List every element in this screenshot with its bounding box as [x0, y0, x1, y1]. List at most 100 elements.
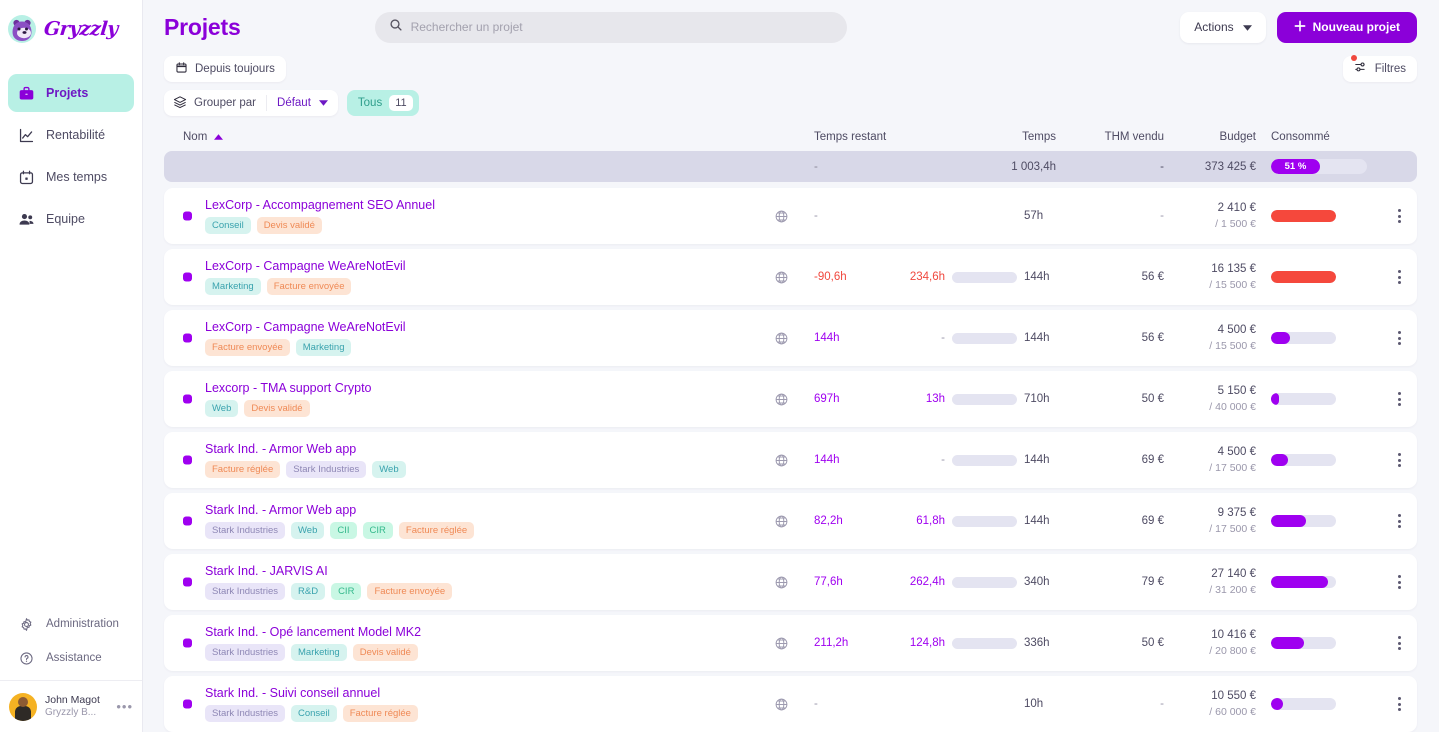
- page-title: Projets: [164, 13, 241, 40]
- project-name[interactable]: Stark Ind. - Opé lancement Model MK2: [205, 625, 774, 639]
- search-bar[interactable]: [374, 11, 847, 43]
- project-tag[interactable]: Facture envoyée: [205, 339, 290, 356]
- project-tag[interactable]: Conseil: [291, 705, 337, 722]
- project-tag[interactable]: Conseil: [205, 217, 251, 234]
- project-name[interactable]: LexCorp - Campagne WeAreNotEvil: [205, 259, 774, 273]
- project-tag[interactable]: Stark Industries: [205, 583, 285, 600]
- user-profile-card[interactable]: John Magot Gryzzly B... •••: [0, 680, 142, 732]
- project-tag[interactable]: Web: [291, 522, 325, 539]
- project-tag[interactable]: Facture réglée: [342, 705, 418, 722]
- project-name[interactable]: Lexcorp - TMA support Crypto: [205, 381, 774, 395]
- row-time-remaining: 697h: [814, 393, 840, 405]
- new-project-button[interactable]: Nouveau projet: [1276, 11, 1417, 43]
- brand-logo[interactable]: Gryzzly: [0, 0, 142, 58]
- project-tag[interactable]: CII: [330, 522, 357, 539]
- chevron-down-icon: [1242, 20, 1252, 34]
- row-menu-button[interactable]: [1381, 270, 1417, 284]
- project-tag[interactable]: Devis validé: [352, 644, 418, 661]
- row-menu-button[interactable]: [1381, 331, 1417, 345]
- project-tags: Stark Industries Conseil Facture réglée: [205, 705, 774, 722]
- filters-button[interactable]: Filtres: [1342, 54, 1417, 82]
- sidebar-item-label: Equipe: [46, 212, 85, 226]
- project-name[interactable]: LexCorp - Accompagnement SEO Annuel: [205, 198, 774, 212]
- sidebar-item-rentabilite[interactable]: Rentabilité: [8, 116, 134, 154]
- sidebar-item-administration[interactable]: Administration: [8, 608, 134, 640]
- row-time-bar: [952, 637, 1017, 649]
- project-tag[interactable]: CIR: [331, 583, 362, 600]
- row-menu-button[interactable]: [1381, 392, 1417, 406]
- sidebar-item-equipe[interactable]: Equipe: [8, 200, 134, 238]
- project-tag[interactable]: Web: [372, 461, 406, 478]
- group-by-button[interactable]: Grouper par: [164, 95, 266, 112]
- project-tag[interactable]: Marketing: [295, 339, 352, 356]
- app-root: Gryzzly Projets Rentabilité Mes temps Eq…: [0, 0, 1439, 732]
- project-tag[interactable]: Facture envoyée: [266, 278, 352, 295]
- sub-bar: Depuis toujours Filtres: [143, 54, 1439, 84]
- row-budget-total: / 31 200 €: [1209, 583, 1256, 596]
- row-name-cell: Stark Ind. - Armor Web app Stark Industri…: [183, 495, 774, 547]
- project-name[interactable]: LexCorp - Campagne WeAreNotEvil: [205, 320, 774, 334]
- row-time-spent: 234,6h: [909, 271, 945, 283]
- row-consumed-cell: [1256, 271, 1381, 283]
- row-thm: 79 €: [1141, 576, 1164, 588]
- sidebar-item-projets[interactable]: Projets: [8, 74, 134, 112]
- project-tag[interactable]: Web: [205, 400, 239, 417]
- project-tag[interactable]: Stark Industries: [205, 522, 285, 539]
- table-row[interactable]: Stark Ind. - Armor Web app Facture réglée…: [164, 432, 1417, 488]
- column-header-name[interactable]: Nom: [183, 131, 774, 143]
- project-tag[interactable]: Devis validé: [244, 400, 310, 417]
- project-tag[interactable]: CIR: [362, 522, 393, 539]
- project-tag[interactable]: R&D: [291, 583, 326, 600]
- project-tag[interactable]: Marketing: [291, 644, 347, 661]
- project-tag[interactable]: Devis validé: [256, 217, 322, 234]
- table-row[interactable]: Stark Ind. - JARVIS AI Stark Industries R&…: [164, 554, 1417, 610]
- actions-button[interactable]: Actions: [1180, 11, 1266, 43]
- brand-wordmark: Gryzzly: [42, 18, 119, 40]
- project-tag[interactable]: Marketing: [205, 278, 261, 295]
- row-menu-button[interactable]: [1381, 209, 1417, 223]
- row-consumed-cell: [1256, 210, 1381, 222]
- project-name[interactable]: Stark Ind. - Armor Web app: [205, 442, 774, 456]
- project-tag[interactable]: Facture réglée: [205, 461, 281, 478]
- sidebar-item-label: Administration: [46, 618, 119, 630]
- table-row[interactable]: LexCorp - Campagne WeAreNotEvil Marketing…: [164, 249, 1417, 305]
- table-row[interactable]: LexCorp - Accompagnement SEO Annuel Conse…: [164, 188, 1417, 244]
- project-tag[interactable]: Stark Industries: [205, 644, 285, 661]
- kebab-icon: [1397, 575, 1401, 589]
- table-row[interactable]: LexCorp - Campagne WeAreNotEvil Facture e…: [164, 310, 1417, 366]
- row-menu-button[interactable]: [1381, 453, 1417, 467]
- summary-budget: 373 425 €: [1204, 160, 1256, 173]
- table-row[interactable]: Stark Ind. - Suivi conseil annuel Stark I…: [164, 676, 1417, 732]
- table-row[interactable]: Stark Ind. - Armor Web app Stark Industri…: [164, 493, 1417, 549]
- ellipsis-icon[interactable]: •••: [116, 699, 133, 714]
- project-name[interactable]: Stark Ind. - Suivi conseil annuel: [205, 686, 774, 700]
- project-tag[interactable]: Stark Industries: [205, 705, 285, 722]
- summary-progress-fill: 51 %: [1271, 159, 1320, 174]
- project-tag[interactable]: Facture réglée: [398, 522, 475, 539]
- row-time-spent: 124,8h: [909, 637, 945, 649]
- row-time-spent: 61,8h: [916, 515, 945, 527]
- row-consumed-bar: [1271, 393, 1336, 405]
- row-budget-total: / 20 800 €: [1209, 644, 1256, 657]
- project-name[interactable]: Stark Ind. - Armor Web app: [205, 503, 774, 517]
- sidebar-item-assistance[interactable]: Assistance: [8, 642, 134, 674]
- table-row[interactable]: Lexcorp - TMA support Crypto Web Devis val…: [164, 371, 1417, 427]
- row-time-remaining: 144h: [814, 454, 840, 466]
- row-menu-button[interactable]: [1381, 514, 1417, 528]
- row-menu-button[interactable]: [1381, 636, 1417, 650]
- date-filter-button[interactable]: Depuis toujours: [164, 55, 286, 82]
- project-name[interactable]: Stark Ind. - JARVIS AI: [205, 564, 774, 578]
- project-color-dot: [183, 394, 192, 404]
- sidebar-item-mes-temps[interactable]: Mes temps: [8, 158, 134, 196]
- row-budget-cell: 27 140 € / 31 200 €: [1164, 566, 1256, 598]
- group-by-select[interactable]: Défaut: [267, 97, 338, 109]
- project-tag[interactable]: Stark Industries: [286, 461, 367, 478]
- table-row[interactable]: Stark Ind. - Opé lancement Model MK2 Star…: [164, 615, 1417, 671]
- group-by-label: Grouper par: [194, 97, 257, 110]
- row-time-remaining: 77,6h: [814, 576, 843, 588]
- project-tag[interactable]: Facture envoyée: [367, 583, 453, 600]
- row-menu-button[interactable]: [1381, 575, 1417, 589]
- tab-all[interactable]: Tous 11: [346, 90, 419, 117]
- search-input[interactable]: [410, 20, 833, 35]
- row-menu-button[interactable]: [1381, 697, 1417, 711]
